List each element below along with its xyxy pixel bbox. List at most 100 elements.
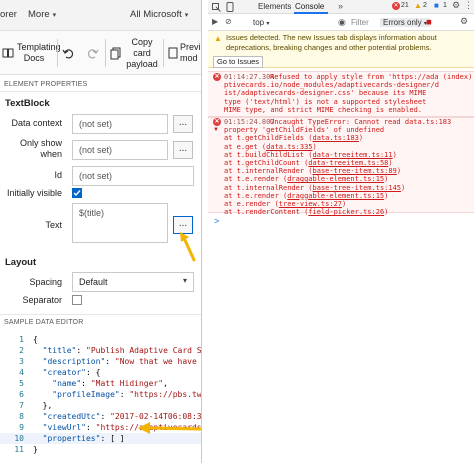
preview-mode-button[interactable]: Previ mod bbox=[168, 34, 201, 72]
source-link[interactable]: data.ts:183 bbox=[313, 134, 359, 142]
more-label: More bbox=[28, 9, 50, 20]
error-count-icon: ◼ bbox=[426, 19, 432, 26]
data-context-browse-button[interactable]: ... bbox=[173, 115, 193, 133]
divider bbox=[0, 314, 201, 315]
chevron-down-icon: ▾ bbox=[266, 21, 270, 27]
pointer-arrow-icon bbox=[180, 232, 196, 262]
sidebar-toggle-icon[interactable]: ▶ bbox=[212, 17, 218, 26]
source-link[interactable]: draggable-element.ts:15 bbox=[287, 192, 384, 200]
tab-elements[interactable]: Elements bbox=[258, 2, 291, 11]
copy-icon bbox=[110, 47, 122, 60]
source-link[interactable]: base-tree-item.ts:145 bbox=[313, 184, 402, 192]
context-value: top bbox=[253, 18, 265, 27]
book-icon bbox=[2, 47, 14, 59]
error-count-icon: ✕ bbox=[392, 2, 400, 10]
line-number: 8 bbox=[19, 412, 24, 421]
sample-data-editor[interactable]: 1{2 "title": "Publish Adaptive Card Sche… bbox=[0, 328, 202, 463]
data-context-field[interactable]: (not set) bbox=[72, 114, 168, 134]
redo-icon bbox=[86, 47, 99, 60]
copy-card-payload-button[interactable]: Copy card payload bbox=[110, 34, 160, 72]
code-text: "title": "Publish Adaptive Card Sche bbox=[42, 346, 202, 355]
pointer-arrow-icon bbox=[138, 422, 201, 434]
inspect-icon[interactable] bbox=[212, 3, 221, 12]
source-link[interactable]: field-picker.ts:26 bbox=[308, 208, 384, 216]
clear-console-icon[interactable]: ⊘ bbox=[225, 17, 232, 26]
code-line[interactable]: 6 "profileImage": "https://pbs.twi bbox=[0, 389, 201, 400]
templating-docs-label: Templating Docs bbox=[17, 42, 61, 63]
chevron-down-icon: ▾ bbox=[52, 12, 57, 19]
gear-icon[interactable]: ⚙ bbox=[460, 16, 468, 27]
go-to-issues-button[interactable]: Go to Issues bbox=[213, 56, 263, 68]
all-microsoft-menu[interactable]: All Microsoft ▾ bbox=[130, 9, 188, 20]
line-number: 2 bbox=[19, 346, 24, 355]
only-show-when-browse-button[interactable]: ... bbox=[173, 141, 193, 159]
text-field[interactable]: $(title) bbox=[72, 203, 168, 243]
divider bbox=[0, 91, 201, 92]
code-line[interactable]: 3 "description": "Now that we have defi bbox=[0, 356, 201, 367]
undo-icon bbox=[62, 47, 75, 60]
source-link[interactable]: tree-view.ts:27 bbox=[279, 200, 342, 208]
only-show-when-field[interactable]: (not set) bbox=[72, 140, 168, 160]
more-menu[interactable]: More ▾ bbox=[28, 9, 56, 20]
warning-icon: ▲ bbox=[214, 34, 222, 43]
code-text: "description": "Now that we have defi bbox=[42, 357, 201, 366]
id-label: Id bbox=[54, 170, 62, 180]
code-text: "name": "Matt Hidinger", bbox=[52, 379, 168, 388]
error-icon: ✕ bbox=[213, 118, 221, 126]
toolbar-divider bbox=[57, 39, 58, 67]
layout-group-title: Layout bbox=[5, 257, 37, 268]
nav-partial-item[interactable]: orer bbox=[0, 9, 17, 20]
spacing-select[interactable]: Default ▾ bbox=[72, 272, 194, 292]
separator-checkbox[interactable] bbox=[72, 295, 82, 305]
chevron-down-icon: ▾ bbox=[182, 276, 187, 285]
line-number: 9 bbox=[19, 423, 24, 432]
data-context-label: Data context bbox=[11, 118, 62, 128]
only-show-when-label: Only show when bbox=[19, 138, 62, 159]
console-filter-bar: ▶ ⊘ top ▾ ◉ Filter Errors only ▾ ◼ ⚙ bbox=[208, 14, 474, 31]
console-prompt[interactable]: > bbox=[214, 216, 219, 226]
more-options-icon[interactable]: ⋮ bbox=[464, 0, 473, 11]
line-number: 11 bbox=[14, 445, 24, 454]
toolbar-divider bbox=[163, 39, 164, 67]
redo-button[interactable] bbox=[86, 34, 102, 72]
device-toolbar-icon[interactable] bbox=[226, 2, 235, 12]
code-line[interactable]: 4 "creator": { bbox=[0, 367, 201, 378]
code-line[interactable]: 1{ bbox=[0, 334, 201, 345]
issues-message: Issues detected. The new Issues tab disp… bbox=[226, 33, 437, 52]
source-link[interactable]: data-treeitem.ts:58 bbox=[308, 159, 388, 167]
code-line[interactable]: 5 "name": "Matt Hidinger", bbox=[0, 378, 201, 389]
info-icon: ■ bbox=[434, 1, 439, 10]
initially-visible-checkbox[interactable] bbox=[72, 188, 82, 198]
line-number: 5 bbox=[19, 379, 24, 388]
source-link[interactable]: base-tree-item.ts:89 bbox=[313, 167, 397, 175]
devtools-pane: Elements Console » ✕ 21 ▲ 2 ■ 1 ⚙ ⋮ ▶ ⊘ … bbox=[208, 0, 474, 463]
info-count: 1 bbox=[443, 2, 447, 9]
filter-input[interactable]: Filter bbox=[351, 18, 369, 27]
eye-icon[interactable]: ◉ bbox=[338, 17, 346, 28]
more-tabs-icon[interactable]: » bbox=[338, 1, 343, 11]
source-link[interactable]: data-treeitem.ts:11 bbox=[313, 151, 393, 159]
source-link[interactable]: data.ts:335 bbox=[266, 143, 312, 151]
line-number: 6 bbox=[19, 390, 24, 399]
undo-button[interactable] bbox=[62, 34, 78, 72]
templating-docs-button[interactable]: Templating Docs bbox=[2, 34, 61, 72]
chevron-down-icon: ▾ bbox=[184, 12, 189, 19]
gear-icon[interactable]: ⚙ bbox=[452, 0, 460, 11]
expand-triangle-icon[interactable]: ▼ bbox=[213, 127, 219, 133]
tab-console[interactable]: Console bbox=[295, 2, 324, 11]
code-line[interactable]: 7 }, bbox=[0, 400, 201, 411]
preview-mode-label: Previ mod bbox=[180, 42, 201, 63]
code-line[interactable]: 2 "title": "Publish Adaptive Card Sche bbox=[0, 345, 202, 356]
code-line[interactable]: 11} bbox=[0, 444, 201, 455]
log-level-value: Errors only bbox=[383, 18, 422, 27]
id-field[interactable]: (not set) bbox=[72, 166, 194, 186]
spacing-value: Default bbox=[79, 277, 108, 287]
code-text: "properties": [ ] bbox=[42, 434, 125, 443]
log-level-select[interactable]: Errors only ▾ bbox=[380, 18, 430, 27]
initially-visible-label: Initially visible bbox=[6, 188, 62, 198]
context-select[interactable]: top ▾ bbox=[253, 18, 269, 27]
code-text: }, bbox=[42, 401, 53, 410]
source-link[interactable]: draggable-element.ts:15 bbox=[287, 175, 384, 183]
separator-label: Separator bbox=[22, 295, 62, 305]
all-microsoft-label: All Microsoft bbox=[130, 9, 182, 20]
